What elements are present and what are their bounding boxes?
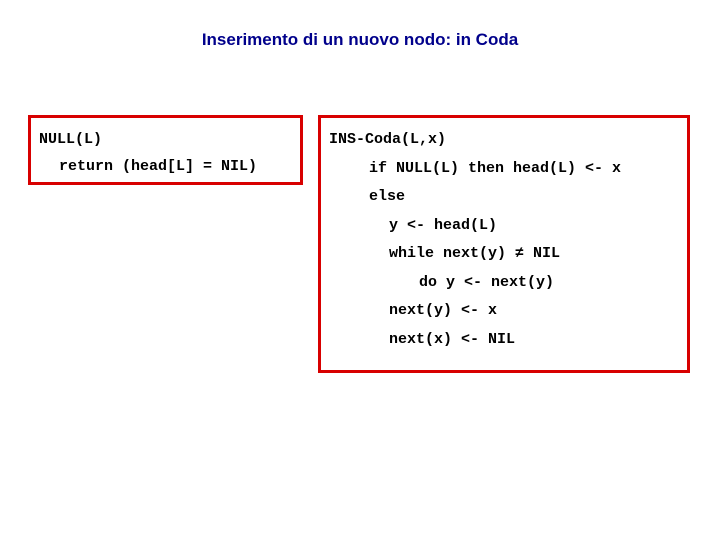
code-line: next(y) <- x (329, 297, 679, 326)
code-line: else (329, 183, 679, 212)
code-line: y <- head(L) (329, 212, 679, 241)
code-box-null: NULL(L) return (head[L] = NIL) (28, 115, 303, 185)
code-line: do y <- next(y) (329, 269, 679, 298)
code-line: next(x) <- NIL (329, 326, 679, 355)
slide-title: Inserimento di un nuovo nodo: in Coda (0, 30, 720, 50)
code-line: INS-Coda(L,x) (329, 126, 679, 155)
code-line: return (head[L] = NIL) (39, 153, 292, 180)
code-box-ins-coda: INS-Coda(L,x) if NULL(L) then head(L) <-… (318, 115, 690, 373)
code-line: NULL(L) (39, 126, 292, 153)
code-line: while next(y) ≠ NIL (329, 240, 679, 269)
code-line: if NULL(L) then head(L) <- x (329, 155, 679, 184)
